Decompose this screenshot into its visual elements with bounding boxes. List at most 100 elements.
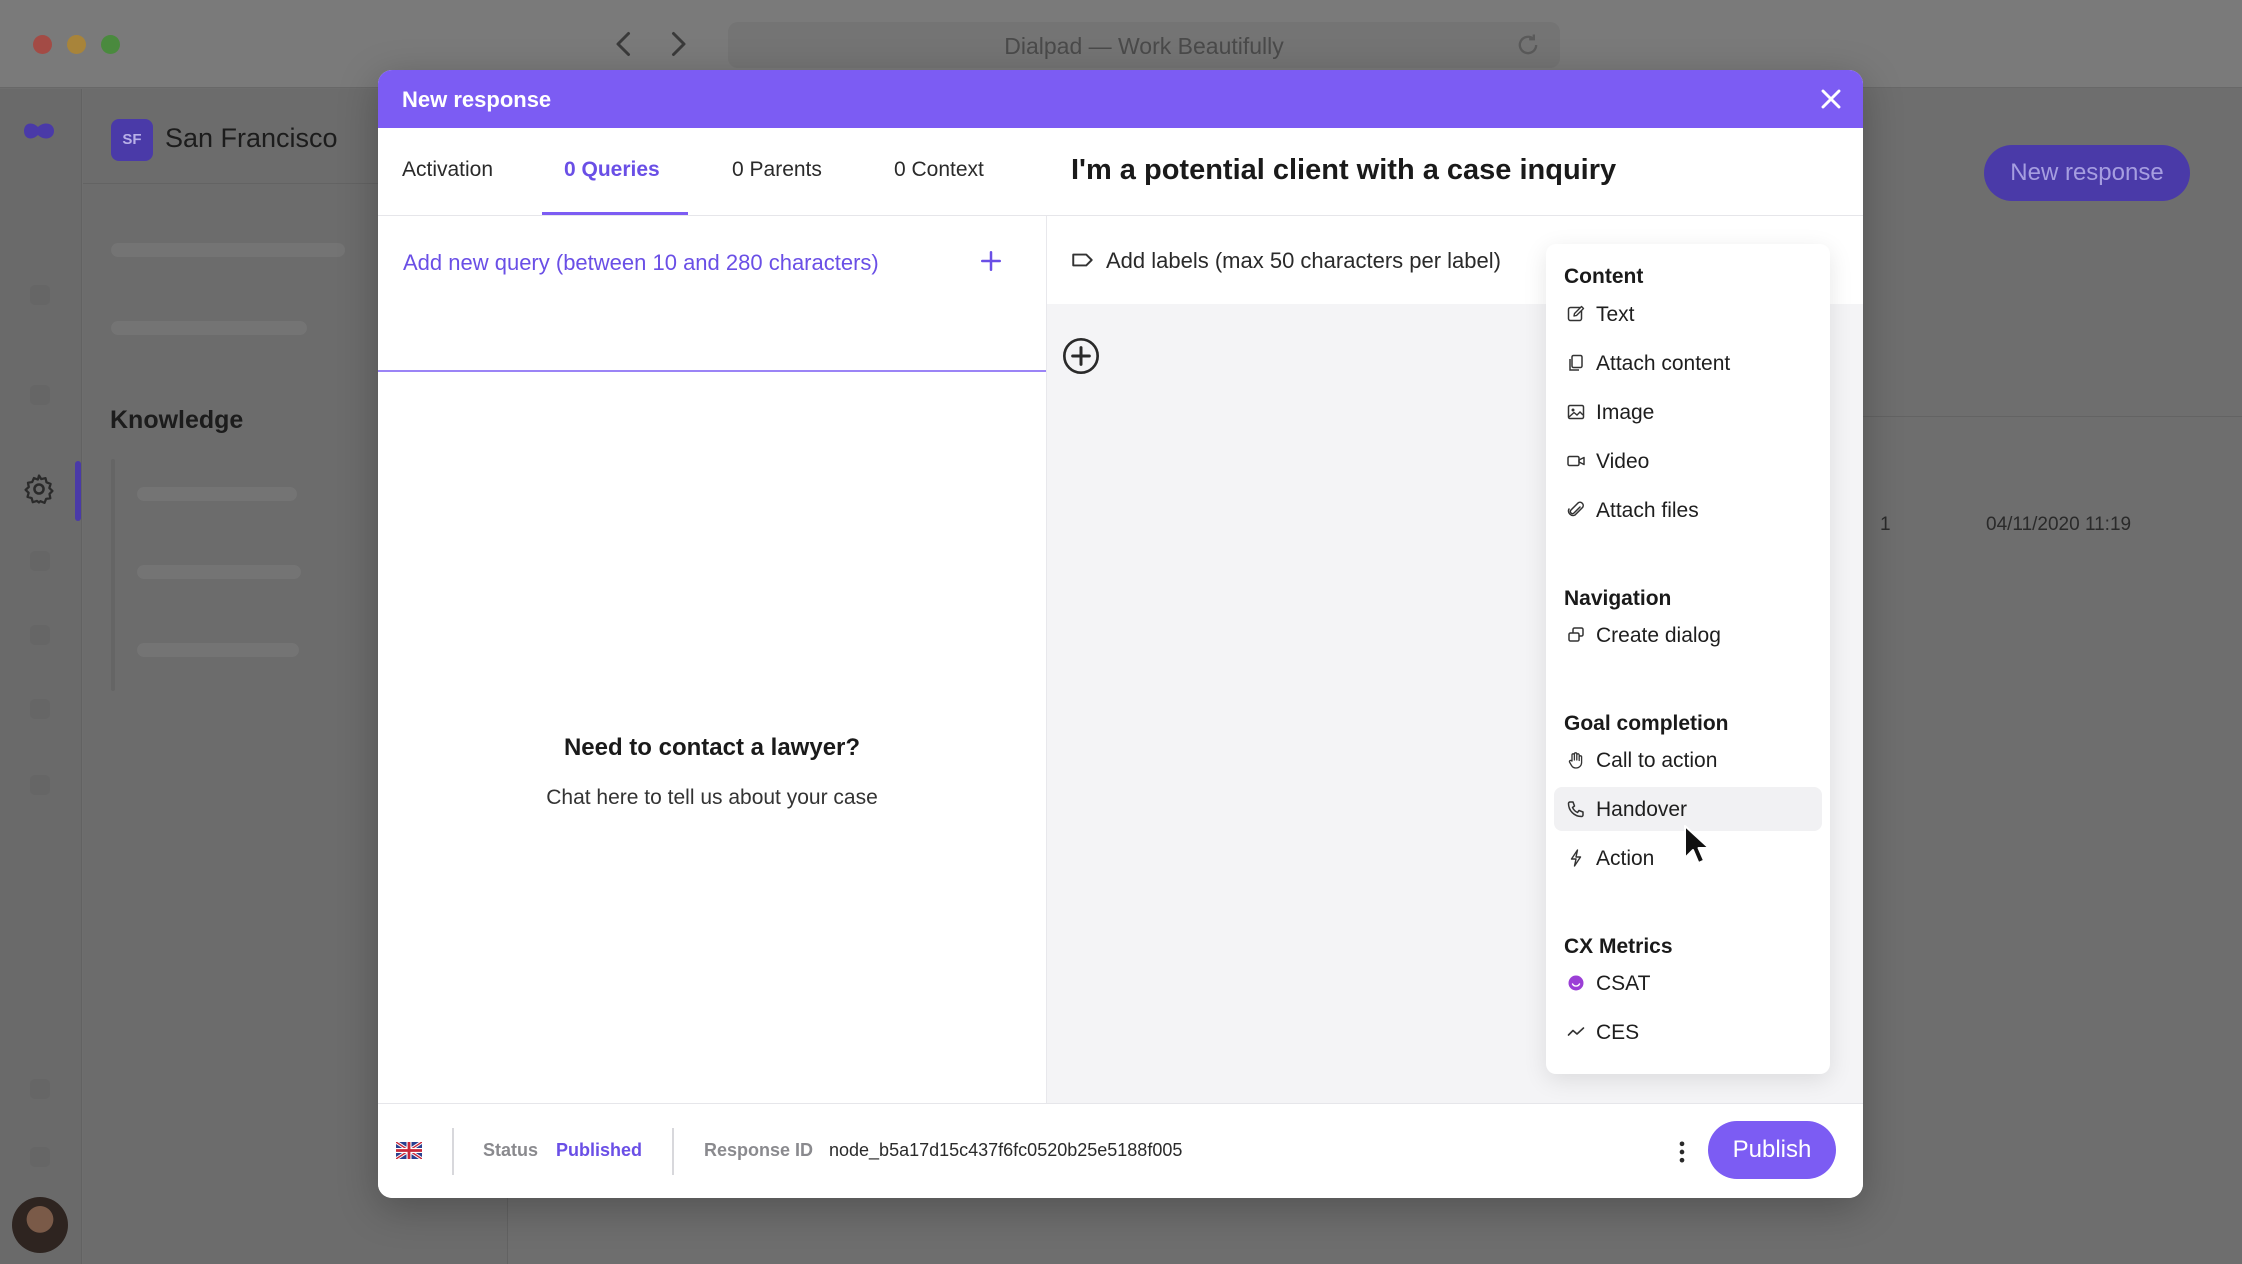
menu-item-attach-files[interactable]: Attach files bbox=[1554, 488, 1822, 532]
rail-item[interactable] bbox=[30, 625, 50, 645]
menu-item-label: Attach content bbox=[1596, 352, 1731, 375]
menu-item-label: Create dialog bbox=[1596, 624, 1721, 647]
response-title[interactable]: I'm a potential client with a case inqui… bbox=[1071, 154, 1616, 187]
gear-icon[interactable] bbox=[22, 472, 56, 506]
rail-item[interactable] bbox=[30, 285, 50, 305]
active-rail-indicator bbox=[75, 461, 81, 521]
image-icon bbox=[1567, 404, 1585, 420]
menu-item-label: CES bbox=[1596, 1021, 1640, 1044]
response-id-label: Response ID bbox=[704, 1140, 814, 1160]
back-button[interactable] bbox=[606, 26, 642, 62]
rail-item[interactable] bbox=[30, 385, 50, 405]
window-zoom-button[interactable] bbox=[101, 35, 120, 54]
workspace-badge[interactable]: SF bbox=[111, 119, 153, 161]
menu-item-ces[interactable]: CES bbox=[1554, 1010, 1822, 1054]
page-title: Dialpad — Work Beautifully bbox=[1004, 33, 1284, 59]
edit-icon bbox=[1567, 305, 1585, 322]
menu-section-navigation: Navigation bbox=[1564, 587, 1672, 610]
rail-item[interactable] bbox=[30, 1147, 50, 1167]
response-id-value: node_b5a17d15c437f6fc0520b25e5188f005 bbox=[829, 1140, 1183, 1160]
menu-item-label: Action bbox=[1596, 847, 1655, 870]
new-response-button[interactable]: New response bbox=[1984, 145, 2190, 201]
close-icon[interactable] bbox=[1815, 83, 1847, 115]
divider bbox=[1862, 416, 2242, 417]
menu-item-attach-content[interactable]: Attach content bbox=[1554, 341, 1822, 385]
reload-icon[interactable] bbox=[1514, 31, 1542, 59]
forward-button[interactable] bbox=[660, 26, 696, 62]
video-icon bbox=[1567, 455, 1585, 467]
dialpad-logo-icon bbox=[24, 123, 54, 139]
menu-item-label: Text bbox=[1596, 303, 1635, 326]
copy-icon bbox=[1569, 354, 1583, 371]
skeleton-line bbox=[137, 487, 297, 501]
rail-item[interactable] bbox=[30, 699, 50, 719]
paperclip-icon bbox=[1567, 501, 1584, 517]
status-label: Status bbox=[483, 1140, 539, 1160]
menu-section-content: Content bbox=[1564, 265, 1644, 288]
menu-item-create-dialog[interactable]: Create dialog bbox=[1554, 613, 1822, 657]
add-query-row: Add new query (between 10 and 280 charac… bbox=[378, 216, 1046, 374]
menu-item-text[interactable]: Text bbox=[1554, 292, 1822, 336]
table-cell-count: 1 bbox=[1880, 514, 1891, 535]
table-cell-date: 04/11/2020 11:19 bbox=[1986, 514, 2132, 535]
trend-icon bbox=[1567, 1027, 1585, 1036]
uk-flag-icon[interactable] bbox=[396, 1142, 422, 1159]
modal-title: New response bbox=[402, 87, 552, 112]
section-heading-knowledge: Knowledge bbox=[110, 406, 244, 434]
divider bbox=[672, 1128, 674, 1175]
menu-item-label: CSAT bbox=[1596, 972, 1651, 995]
tab-context[interactable]: 0 Context bbox=[894, 158, 984, 182]
preview-title: Need to contact a lawyer? bbox=[563, 734, 861, 761]
chevron-right-icon bbox=[672, 32, 686, 56]
workspace-name[interactable]: San Francisco bbox=[165, 123, 338, 154]
query-input[interactable]: Add new query (between 10 and 280 charac… bbox=[403, 250, 879, 276]
divider bbox=[452, 1128, 454, 1175]
skeleton-line bbox=[111, 243, 345, 257]
hand-icon bbox=[1568, 752, 1583, 769]
tag-icon bbox=[1072, 253, 1093, 267]
address-bar[interactable]: Dialpad — Work Beautifully bbox=[728, 22, 1560, 68]
rail-item[interactable] bbox=[30, 1079, 50, 1099]
menu-section-cx-metrics: CX Metrics bbox=[1564, 935, 1673, 958]
phone-icon bbox=[1567, 801, 1584, 818]
skeleton-line bbox=[111, 321, 307, 335]
labels-input[interactable]: Add labels (max 50 characters per label) bbox=[1106, 248, 1501, 274]
rail-item[interactable] bbox=[30, 775, 50, 795]
menu-item-csat[interactable]: CSAT bbox=[1554, 961, 1822, 1005]
tab-activation[interactable]: Activation bbox=[402, 158, 493, 182]
menu-item-call-to-action[interactable]: Call to action bbox=[1554, 738, 1822, 782]
mouse-pointer-icon bbox=[1684, 825, 1710, 864]
window-minimize-button[interactable] bbox=[67, 35, 86, 54]
menu-section-goal-completion: Goal completion bbox=[1564, 712, 1729, 735]
add-content-menu: Content Text Attach content Image Video … bbox=[1546, 244, 1830, 1074]
modal-header: New response bbox=[378, 70, 1863, 128]
bolt-icon bbox=[1570, 849, 1582, 867]
dialog-icon bbox=[1568, 627, 1584, 642]
menu-item-label: Video bbox=[1596, 450, 1650, 473]
query-input-underline bbox=[378, 370, 1046, 372]
tab-parents[interactable]: 0 Parents bbox=[732, 158, 822, 182]
csat-icon bbox=[1568, 975, 1584, 991]
more-options-icon[interactable] bbox=[1668, 1138, 1696, 1166]
plus-icon[interactable] bbox=[976, 246, 1006, 276]
status-badge: Published bbox=[556, 1140, 643, 1160]
avatar[interactable] bbox=[12, 1197, 68, 1253]
tree-line bbox=[111, 459, 115, 691]
window-close-button[interactable] bbox=[33, 35, 52, 54]
skeleton-line bbox=[137, 565, 301, 579]
rail-item[interactable] bbox=[30, 551, 50, 571]
add-circle-icon[interactable] bbox=[1061, 336, 1101, 376]
menu-item-label: Attach files bbox=[1596, 499, 1699, 522]
menu-item-video[interactable]: Video bbox=[1554, 439, 1822, 483]
menu-item-image[interactable]: Image bbox=[1554, 390, 1822, 434]
skeleton-line bbox=[137, 643, 299, 657]
menu-item-label: Handover bbox=[1596, 798, 1688, 821]
preview-subtitle: Chat here to tell us about your case bbox=[546, 786, 878, 809]
publish-button[interactable]: Publish bbox=[1708, 1121, 1836, 1179]
chevron-left-icon bbox=[616, 32, 630, 56]
app-rail bbox=[0, 89, 82, 1264]
modal-footer: Status Published Response ID node_b5a17d… bbox=[378, 1103, 1863, 1198]
menu-item-label: Image bbox=[1596, 401, 1655, 424]
tab-queries[interactable]: 0 Queries bbox=[564, 158, 660, 182]
menu-item-label: Call to action bbox=[1596, 749, 1718, 772]
